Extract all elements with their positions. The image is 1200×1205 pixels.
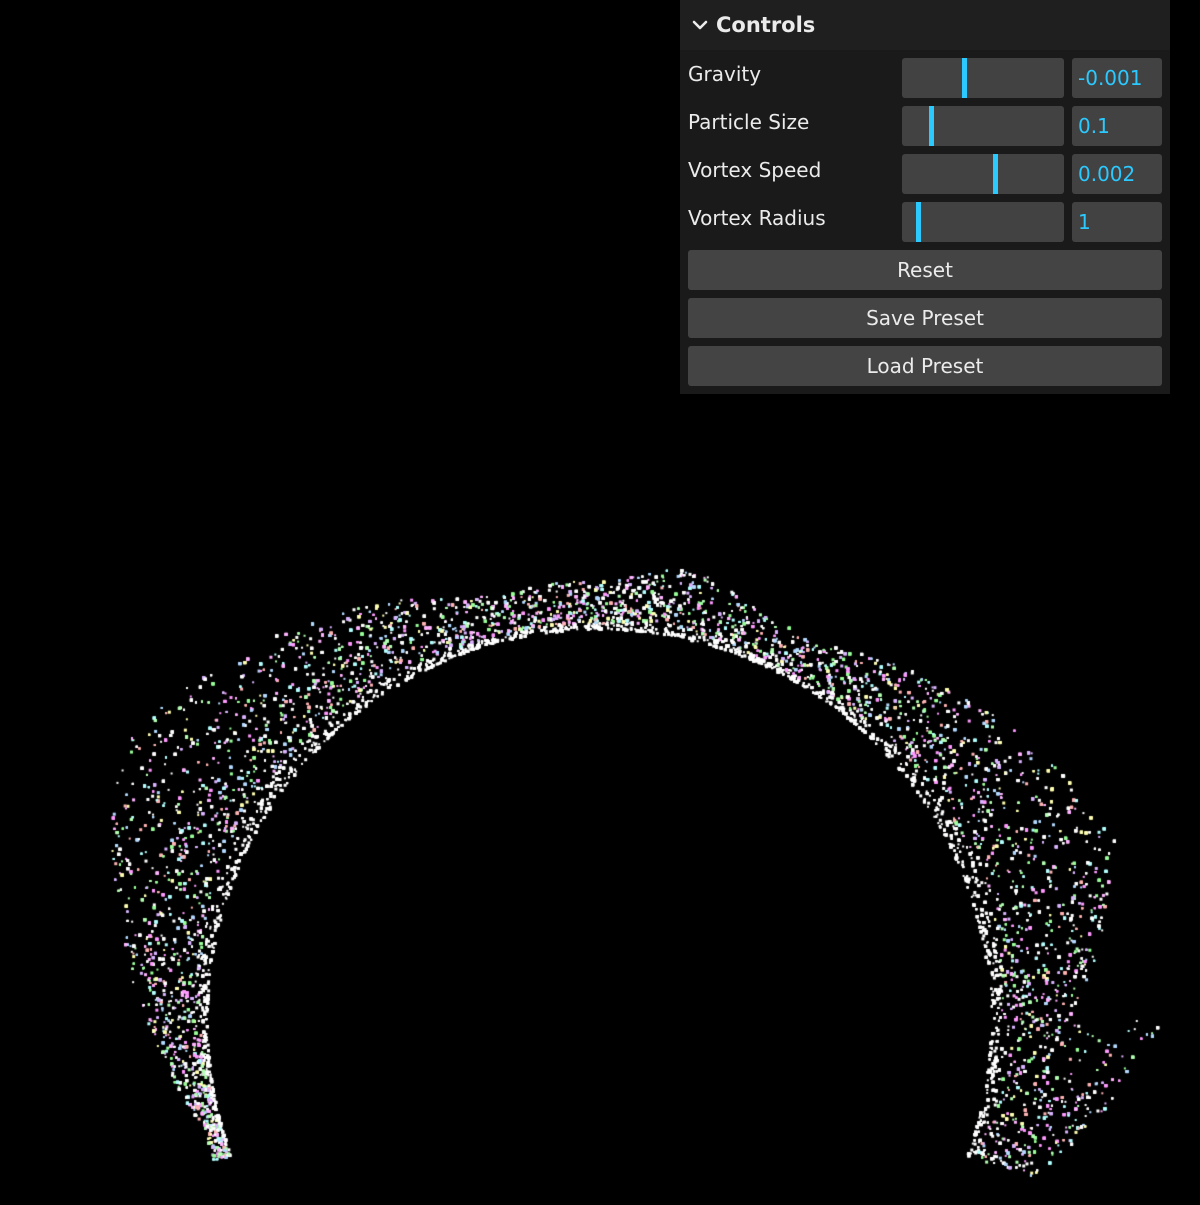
gravity-row: Gravity -0.001 bbox=[680, 50, 1170, 98]
vortex-speed-value-input[interactable]: 0.002 bbox=[1072, 154, 1162, 194]
particle-size-label: Particle Size bbox=[688, 110, 810, 134]
particle-size-row: Particle Size 0.1 bbox=[680, 98, 1170, 146]
save-preset-button[interactable]: Save Preset bbox=[688, 298, 1162, 338]
gravity-slider-thumb[interactable] bbox=[961, 58, 967, 98]
gravity-value-input[interactable]: -0.001 bbox=[1072, 58, 1162, 98]
vortex-speed-slider-thumb[interactable] bbox=[993, 154, 999, 194]
vortex-radius-row: Vortex Radius 1 bbox=[680, 194, 1170, 242]
load-preset-button[interactable]: Load Preset bbox=[688, 346, 1162, 386]
vortex-radius-slider[interactable] bbox=[902, 202, 1064, 242]
controls-panel: Controls Gravity -0.001 Particle Size 0.… bbox=[680, 0, 1170, 394]
reset-button[interactable]: Reset bbox=[688, 250, 1162, 290]
particle-size-slider[interactable] bbox=[902, 106, 1064, 146]
controls-panel-header[interactable]: Controls bbox=[680, 0, 1170, 50]
gravity-slider[interactable] bbox=[902, 58, 1064, 98]
particle-size-slider-thumb[interactable] bbox=[928, 106, 934, 146]
vortex-radius-label: Vortex Radius bbox=[688, 206, 826, 230]
panel-title: Controls bbox=[716, 13, 816, 37]
vortex-speed-row: Vortex Speed 0.002 bbox=[680, 146, 1170, 194]
vortex-radius-value-input[interactable]: 1 bbox=[1072, 202, 1162, 242]
particle-size-value-input[interactable]: 0.1 bbox=[1072, 106, 1162, 146]
vortex-radius-slider-thumb[interactable] bbox=[916, 202, 922, 242]
vortex-speed-label: Vortex Speed bbox=[688, 158, 822, 182]
gravity-label: Gravity bbox=[688, 62, 762, 86]
vortex-speed-slider[interactable] bbox=[902, 154, 1064, 194]
chevron-down-icon[interactable] bbox=[690, 15, 710, 35]
